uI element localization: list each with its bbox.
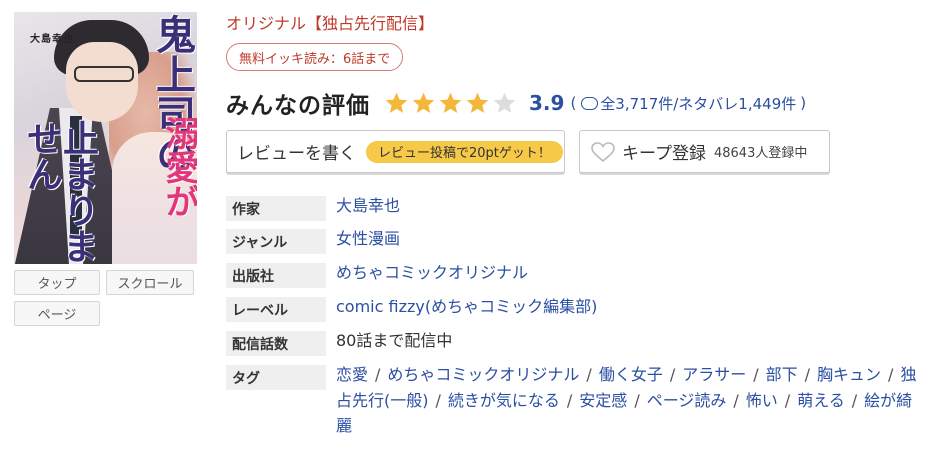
write-review-button[interactable]: レビューを書く レビュー投稿で20ptゲット！ — [226, 130, 565, 173]
original-exclusive-label: オリジナル【独占先行配信】 — [226, 14, 435, 33]
tag-separator: / — [753, 365, 759, 384]
keep-label: キープ登録 — [622, 144, 706, 164]
info-label-author: 作家 — [226, 196, 326, 221]
review-counts: 全3,717件/ネタバレ1,449件 — [600, 94, 797, 113]
tag-link[interactable]: 続きが気になる — [448, 391, 560, 410]
tag-separator: / — [851, 390, 858, 410]
info-label-episodes: 配信話数 — [226, 331, 326, 356]
tag-link[interactable]: 部下 — [766, 365, 798, 384]
comment-bubble-icon — [581, 96, 599, 110]
book-cover[interactable]: 大島幸也 鬼上司の 溺愛が 止まりません — [14, 12, 197, 264]
counts-close-paren: ) — [800, 94, 807, 112]
tag-separator: / — [566, 390, 573, 410]
info-label-label: レーベル — [226, 297, 326, 322]
review-point-badge: レビュー投稿で20ptゲット！ — [366, 140, 563, 163]
episodes-value: 80話まで配信中 — [336, 331, 453, 350]
star-filled-icon — [466, 92, 489, 113]
tag-separator: / — [375, 365, 381, 384]
info-label-publisher: 出版社 — [226, 263, 326, 288]
write-review-label: レビューを書く — [237, 144, 356, 164]
tag-separator: / — [435, 390, 441, 410]
star-filled-icon — [385, 92, 408, 113]
rating-title: みんなの評価 — [226, 93, 370, 119]
genre-link[interactable]: 女性漫画 — [336, 226, 400, 251]
star-filled-icon — [412, 92, 435, 113]
star-empty-icon — [493, 92, 516, 113]
author-link[interactable]: 大島幸也 — [336, 193, 400, 218]
viewer-page-button[interactable]: ページ — [14, 301, 100, 326]
book-info-table: 作家 大島幸也 ジャンル 女性漫画 出版社 めちゃコミックオリジナル レーベル … — [226, 196, 926, 439]
tag-separator: / — [669, 365, 676, 384]
tag-list: 恋愛 / めちゃコミックオリジナル / 働く女子 / アラサー / 部下 / 胸キュン / 独占先行(一… — [336, 362, 926, 439]
tag-link[interactable]: 萌える — [797, 391, 845, 410]
info-row-label: レーベル comic fizzy(めちゃコミック編集部) — [226, 297, 926, 322]
publisher-link[interactable]: めちゃコミックオリジナル — [336, 260, 528, 285]
star-filled-icon — [439, 92, 462, 113]
counts-open-paren: ( — [570, 94, 577, 112]
keep-button[interactable]: キープ登録 48643人登録中 — [579, 130, 830, 173]
heart-icon — [591, 141, 615, 162]
info-label-tags: タグ — [226, 365, 326, 390]
tag-link[interactable]: アラサー — [682, 365, 746, 384]
tag-link[interactable]: 安定感 — [579, 391, 627, 410]
viewer-tap-button[interactable]: タップ — [14, 270, 100, 295]
tag-link[interactable]: 怖い — [746, 391, 778, 410]
tag-link[interactable]: 働く女子 — [599, 365, 663, 384]
label-link[interactable]: comic fizzy(めちゃコミック編集部) — [336, 294, 597, 319]
tag-separator: / — [784, 390, 791, 410]
tag-link[interactable]: 胸キュン — [817, 365, 881, 384]
info-label-genre: ジャンル — [226, 229, 326, 254]
tag-separator: / — [634, 390, 640, 410]
tag-link[interactable]: 恋愛 — [336, 365, 368, 384]
cover-author: 大島幸也 — [30, 34, 74, 45]
tag-separator: / — [804, 365, 811, 384]
info-row-publisher: 出版社 めちゃコミックオリジナル — [226, 263, 926, 288]
tag-separator: / — [586, 365, 592, 384]
tag-separator: / — [733, 390, 739, 410]
tag-link[interactable]: めちゃコミックオリジナル — [387, 365, 579, 384]
info-row-tags: タグ 恋愛 / めちゃコミックオリジナル / 働く女子 / アラサー / 部下 / 胸キュン / 独占先… — [226, 365, 926, 439]
rating-score: 3.9 — [529, 91, 565, 115]
tag-link[interactable]: ページ読み — [647, 391, 727, 410]
cover-title-line3: 止まりません — [21, 120, 99, 264]
keep-count: 48643人登録中 — [713, 146, 808, 161]
review-counts-link[interactable]: ( 全3,717件/ネタバレ1,449件 ) — [570, 93, 806, 114]
cover-art-glasses — [74, 66, 134, 82]
rating-stars — [384, 91, 519, 116]
rating-row: みんなの評価 3.9 ( 全3,717件/ネタバレ1,449件 ) — [226, 86, 806, 120]
cover-art-man-face — [66, 42, 138, 122]
info-row-episodes: 配信話数 80話まで配信中 — [226, 331, 926, 356]
info-row-author: 作家 大島幸也 — [226, 196, 926, 221]
free-read-badge: 無料イッキ読み：6話まで — [226, 43, 404, 71]
info-row-genre: ジャンル 女性漫画 — [226, 229, 926, 254]
tag-separator: / — [888, 365, 894, 384]
cover-title-line2: 溺愛が — [159, 116, 197, 218]
viewer-scroll-button[interactable]: スクロール — [106, 270, 194, 295]
